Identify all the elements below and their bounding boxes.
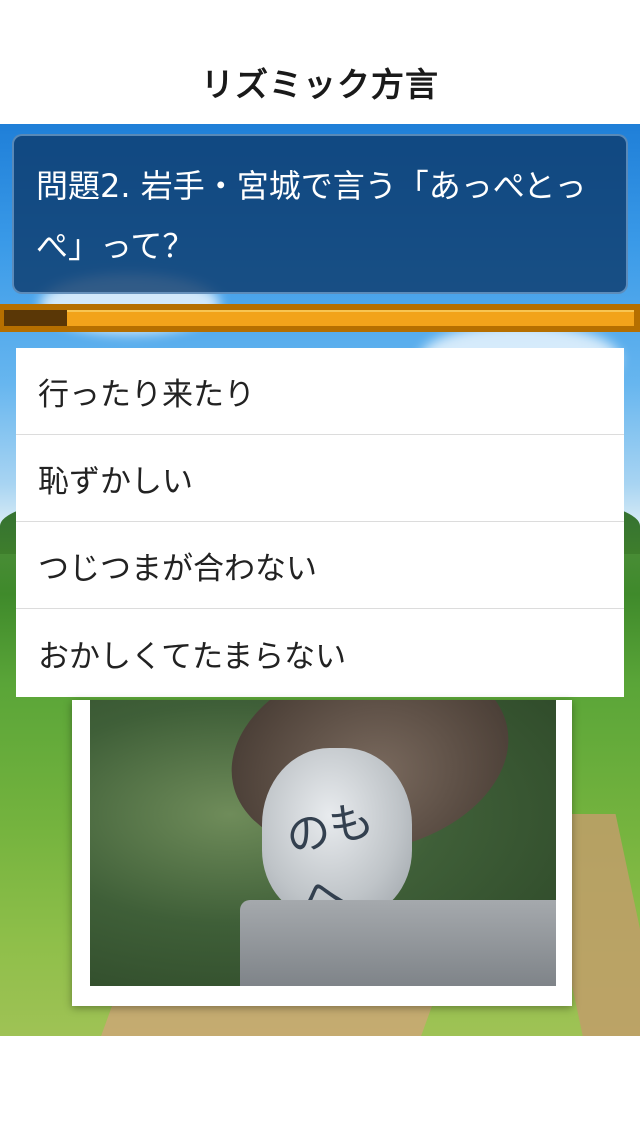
bottom-area (0, 1036, 640, 1136)
scarecrow-photo: のもへ (90, 700, 556, 986)
progress-bar (0, 304, 640, 332)
question-text: 問題2. 岩手・宮城で言う「あっぺとっぺ」って？ (36, 167, 587, 265)
answer-option-1[interactable]: 行ったり来たり (16, 348, 624, 435)
progress-bar-track (4, 310, 634, 326)
answer-option-4[interactable]: おかしくてたまらない (16, 609, 624, 697)
answer-option-2[interactable]: 恥ずかしい (16, 435, 624, 522)
scarecrow-head: のもへ (262, 748, 412, 927)
scarecrow-cloth (240, 900, 556, 986)
question-photo-frame: のもへ (72, 700, 572, 1006)
progress-bar-fill (4, 310, 67, 326)
navigation-bar: リズミック方言 (0, 0, 640, 124)
question-box: 問題2. 岩手・宮城で言う「あっぺとっぺ」って？ (12, 134, 628, 294)
answer-option-3[interactable]: つじつまが合わない (16, 522, 624, 609)
app-title: リズミック方言 (201, 65, 439, 104)
answer-list: 行ったり来たり 恥ずかしい つじつまが合わない おかしくてたまらない (16, 348, 624, 697)
